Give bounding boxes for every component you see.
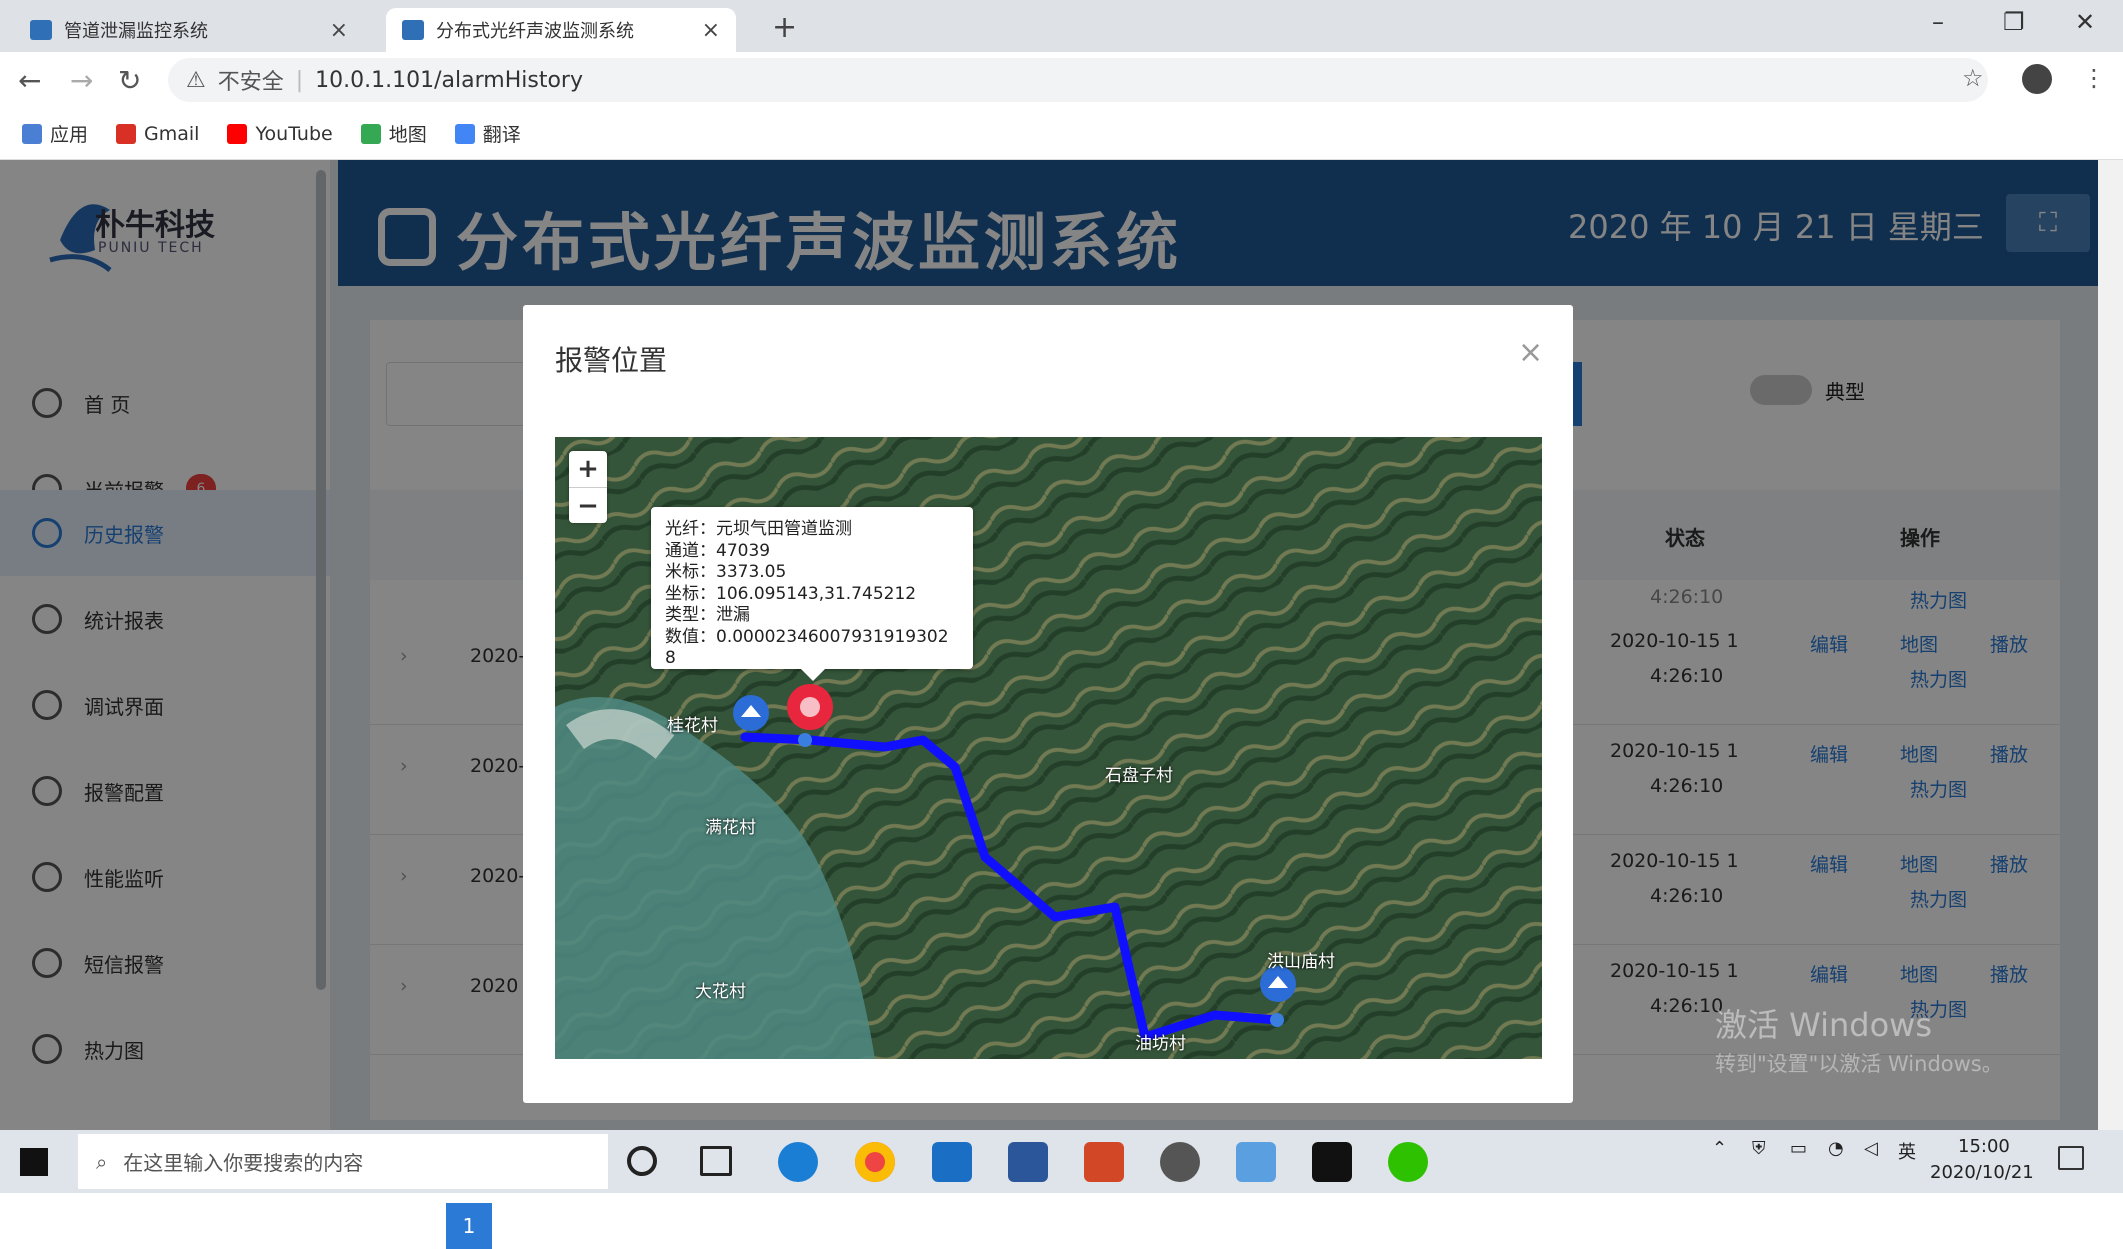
alarm-info-popup: 光纤：元坝气田管道监测 通道：47039 米标：3373.05 坐标：106.0… [651,507,973,681]
youtube-icon [227,123,248,144]
mail-icon[interactable] [932,1142,972,1182]
popup-meter: 米标：3373.05 [665,562,787,582]
bookmark-label: 应用 [50,124,89,146]
bookmark-translate[interactable]: 翻译 [454,120,521,147]
windows-start-icon[interactable] [20,1148,48,1176]
tab-favicon-icon [402,20,424,40]
menu-dots-icon[interactable]: ⋮ [2082,64,2106,92]
tray-expand-icon[interactable]: ⌃ [1712,1138,1727,1159]
activation-watermark-title: 激活 Windows [1715,1006,1933,1044]
bookmark-apps[interactable]: 应用 [22,120,88,147]
bookmark-label: 翻译 [482,124,521,146]
bookmark-maps[interactable]: 地图 [360,120,427,147]
popup-channel: 通道：47039 [665,540,771,561]
defender-icon[interactable]: ⛨ [1752,1138,1766,1159]
bookmark-label: Gmail [144,122,200,145]
browser-tab[interactable]: 管道泄漏监控系统 × [14,8,364,52]
map-label: 洪山庙村 [1267,952,1335,972]
warning-icon: ⚠ [186,67,206,93]
zoom-out-button[interactable]: − [569,487,607,523]
insecure-label: 不安全 [217,70,284,95]
window-close-icon[interactable]: ✕ [2075,8,2095,36]
search-icon: ⌕ [96,1149,108,1174]
forward-icon[interactable]: → [70,64,93,97]
chrome-icon[interactable] [855,1142,895,1182]
tab-title: 管道泄漏监控系统 [64,21,208,42]
apps-grid-icon [22,123,42,144]
cortana-icon[interactable] [627,1146,657,1176]
activation-watermark-text: 转到"设置"以激活 Windows。 [1715,1052,2003,1076]
translate-icon [454,123,475,144]
terminal-icon[interactable] [1312,1142,1352,1182]
browser-tab-bar: 管道泄漏监控系统 × 分布式光纤声波监测系统 × + – ❐ ✕ [0,0,2123,52]
wifi-icon[interactable]: ◔ [1828,1138,1844,1159]
ime-indicator[interactable]: 英 [1898,1138,1916,1164]
map-label: 油坊村 [1135,1034,1186,1054]
new-tab-icon[interactable]: + [772,10,797,45]
url-field[interactable]: ⚠ 不安全 | 10.0.1.101/alarmHistory [168,58,1988,102]
alarm-location-modal: 报警位置 × + − 光纤：元坝气田管道监测 通道：47039 米标：3373.… [523,305,1573,1103]
page-1-button[interactable]: 1 [446,1203,492,1249]
bookmark-gmail[interactable]: Gmail [116,123,199,145]
volume-icon[interactable]: ◁ [1864,1138,1878,1159]
wechat-icon[interactable] [1388,1142,1428,1182]
bookmark-label: YouTube [255,122,333,145]
taskbar-search[interactable]: ⌕ 在这里输入你要搜索的内容 [78,1134,608,1189]
word-icon[interactable] [1008,1142,1048,1182]
page-scrollbar[interactable] [2098,160,2123,1130]
close-icon[interactable]: × [330,18,348,43]
zoom-control: + − [569,451,607,523]
bookmark-label: 地图 [388,124,427,146]
gmail-icon [116,123,137,144]
edge-icon[interactable] [778,1142,818,1182]
bookmark-youtube[interactable]: YouTube [227,122,333,145]
task-view-icon[interactable] [700,1146,732,1176]
url-text: 10.0.1.101/alarmHistory [315,67,583,93]
maps-icon [360,123,381,144]
powerpoint-icon[interactable] [1084,1142,1124,1182]
browser-tab-active[interactable]: 分布式光纤声波监测系统 × [386,8,736,52]
bookmarks-bar: 应用 Gmail YouTube 地图 翻译 [0,108,2123,160]
popup-fiber: 光纤：元坝气田管道监测 [665,519,852,539]
clock-time[interactable]: 15:00 [1958,1136,2010,1157]
minimize-icon[interactable]: – [1932,8,1944,36]
map-label: 大花村 [695,982,746,1002]
tab-title: 分布式光纤声波监测系统 [436,21,634,42]
popup-coordinate: 坐标：106.095143,31.745212 [665,583,917,604]
satellite-map[interactable]: + − 光纤：元坝气田管道监测 通道：47039 米标：3373.05 坐标：1… [555,437,1542,1059]
modal-close-button[interactable]: × [1518,335,1543,370]
popup-value: 数值：0.00002346007931919302​8 [665,626,949,669]
modal-title: 报警位置 [555,344,668,377]
popup-type: 类型：泄漏 [665,605,750,625]
address-bar-row: ← → ↻ ⚠ 不安全 | 10.0.1.101/alarmHistory ☆ … [0,52,2123,108]
close-icon[interactable]: × [702,18,720,43]
clock-date[interactable]: 2020/10/21 [1930,1162,2034,1183]
settings-gear-icon[interactable] [1160,1142,1200,1182]
back-icon[interactable]: ← [18,64,41,97]
battery-icon[interactable]: ▭ [1790,1138,1807,1159]
profile-icon[interactable] [2022,64,2052,94]
zoom-in-button[interactable]: + [569,451,607,487]
map-label: 桂花村 [667,716,718,736]
url-divider: | [295,67,304,93]
map-label: 满花村 [705,818,756,838]
tab-favicon-icon [30,20,52,40]
map-label: 石盘子村 [1105,766,1173,786]
search-placeholder: 在这里输入你要搜索的内容 [123,1151,364,1175]
windows-taskbar: ⌕ 在这里输入你要搜索的内容 ⌃ ⛨ ▭ ◔ ◁ 英 15:00 2020/10… [0,1130,2123,1193]
restore-icon[interactable]: ❐ [2003,8,2025,36]
notification-icon[interactable] [2058,1146,2084,1170]
star-icon[interactable]: ☆ [1962,64,1984,92]
remote-desktop-icon[interactable] [1236,1142,1276,1182]
reload-icon[interactable]: ↻ [118,64,141,97]
